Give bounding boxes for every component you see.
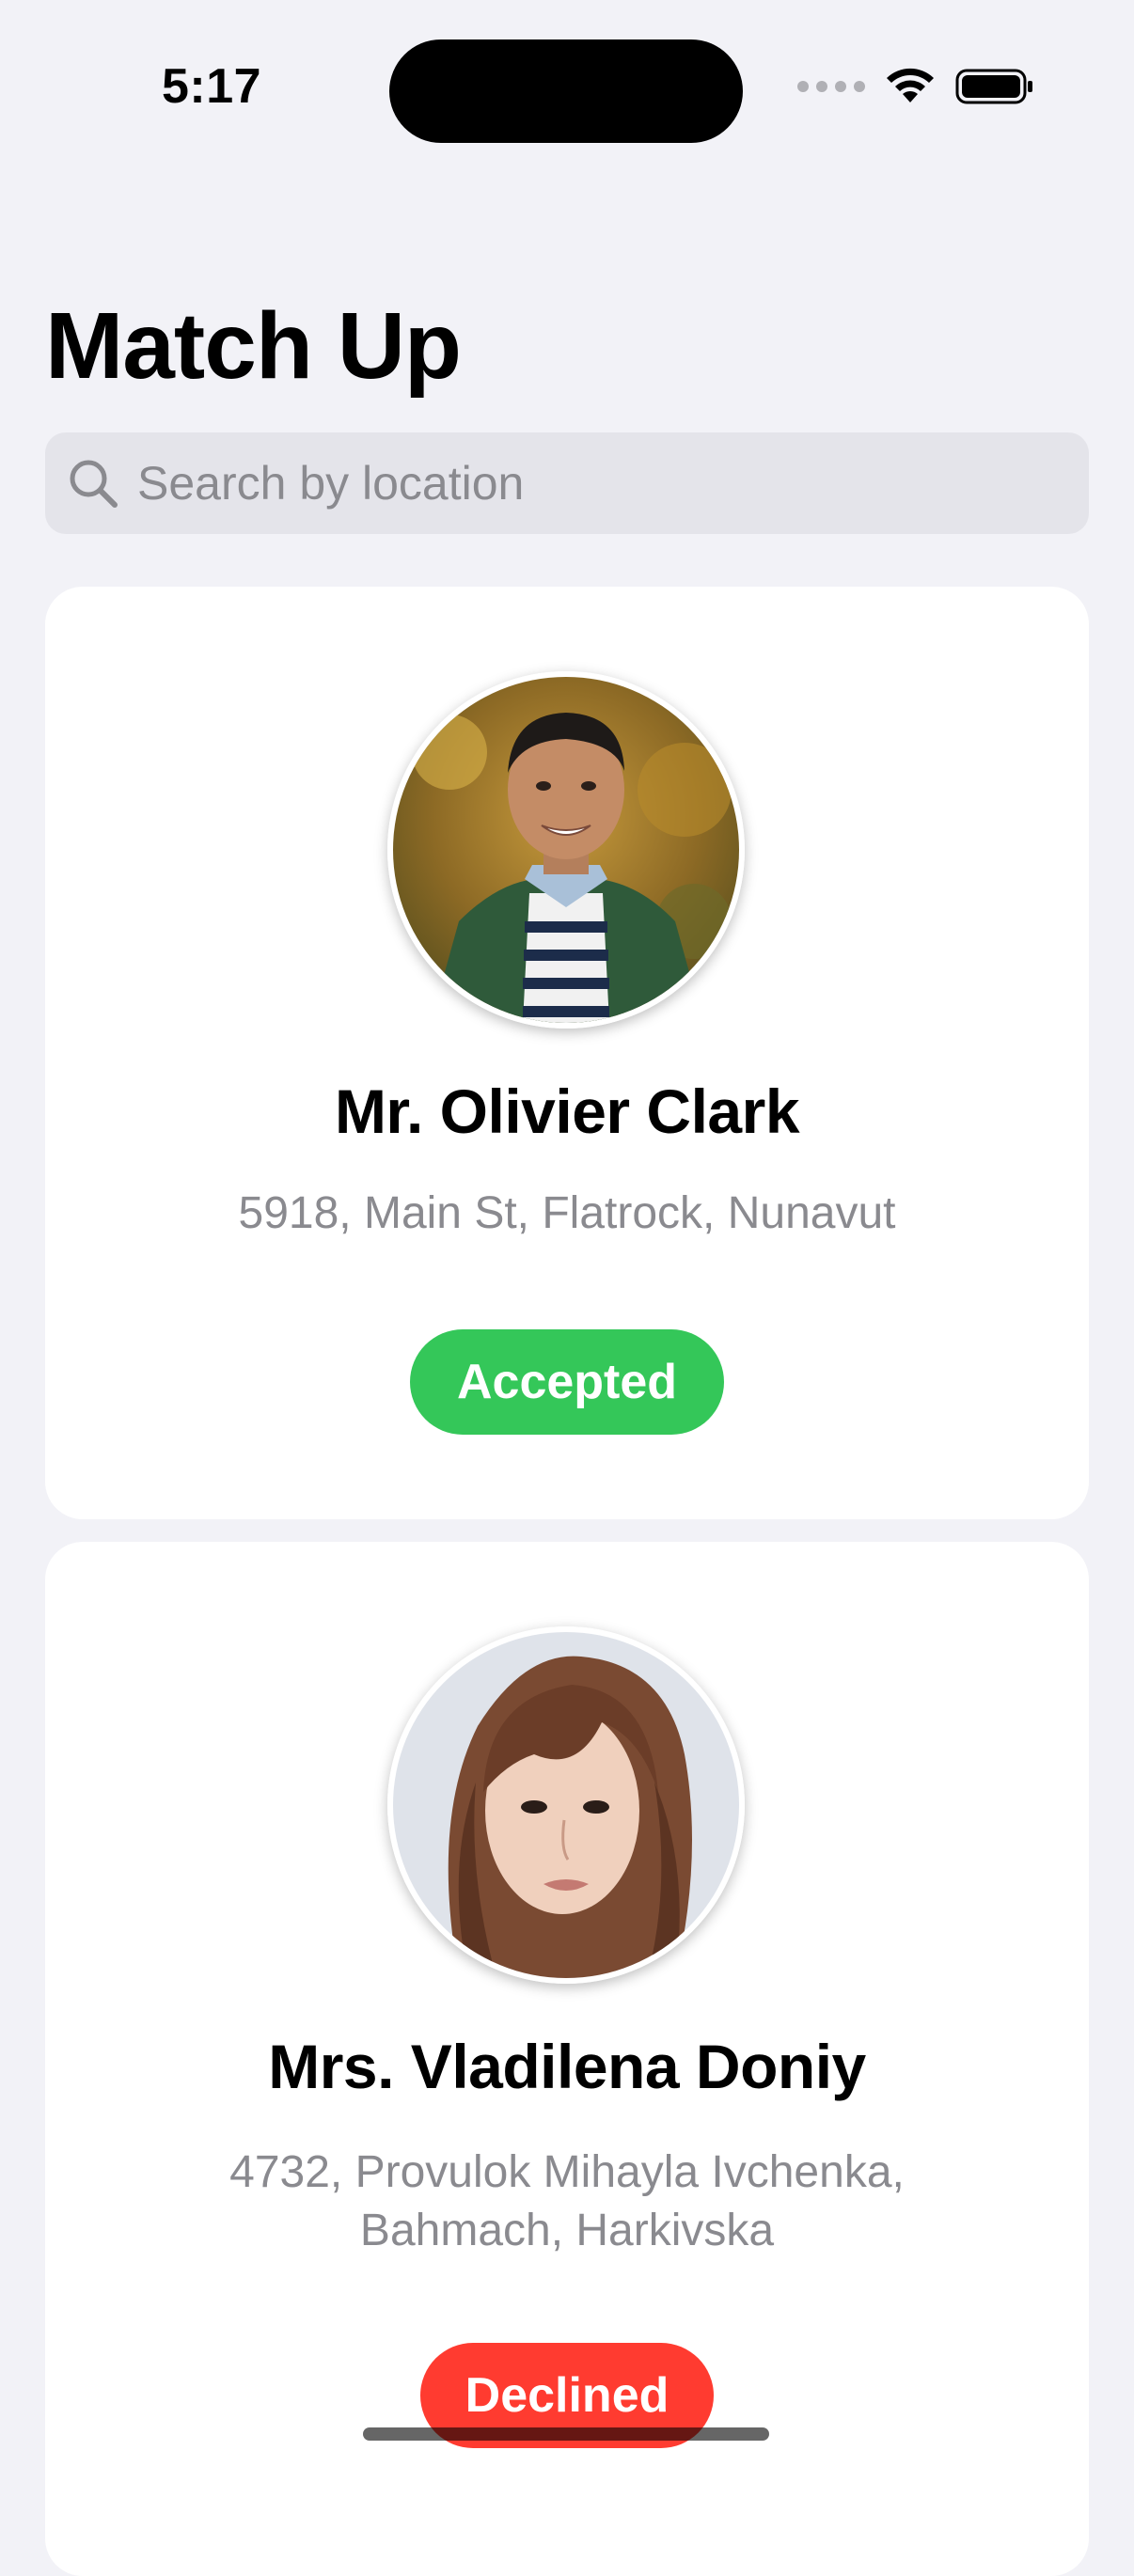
cellular-icon	[797, 81, 865, 92]
match-address: 5918, Main St, Flatrock, Nunavut	[238, 1188, 896, 1238]
match-address: 4732, Provulok Mihayla Ivchenka, Bahmach…	[229, 2147, 905, 2255]
search-bar[interactable]	[45, 432, 1089, 534]
battery-icon	[955, 69, 1032, 104]
match-name: Mr. Olivier Clark	[334, 1076, 800, 1146]
match-name: Mrs. Vladilena Doniy	[268, 2032, 866, 2101]
dynamic-island	[389, 39, 743, 143]
woman-portrait-avatar	[393, 1632, 739, 1978]
avatar	[387, 1626, 745, 1984]
man-portrait-avatar	[393, 677, 739, 1023]
status-time: 5:17	[162, 59, 262, 114]
status-icons	[797, 66, 1034, 107]
match-card[interactable]: Mrs. Vladilena Doniy 4732, Provulok Miha…	[45, 1542, 1089, 2576]
wifi-icon	[887, 68, 934, 102]
match-card[interactable]: Mr. Olivier Clark 5918, Main St, Flatroc…	[45, 587, 1089, 1519]
home-indicator[interactable]	[363, 2427, 769, 2441]
search-icon	[70, 460, 118, 508]
status-badge: Accepted	[410, 1329, 724, 1435]
page-title: Match Up	[45, 293, 462, 399]
search-input[interactable]	[137, 456, 1059, 510]
avatar	[387, 671, 745, 1029]
